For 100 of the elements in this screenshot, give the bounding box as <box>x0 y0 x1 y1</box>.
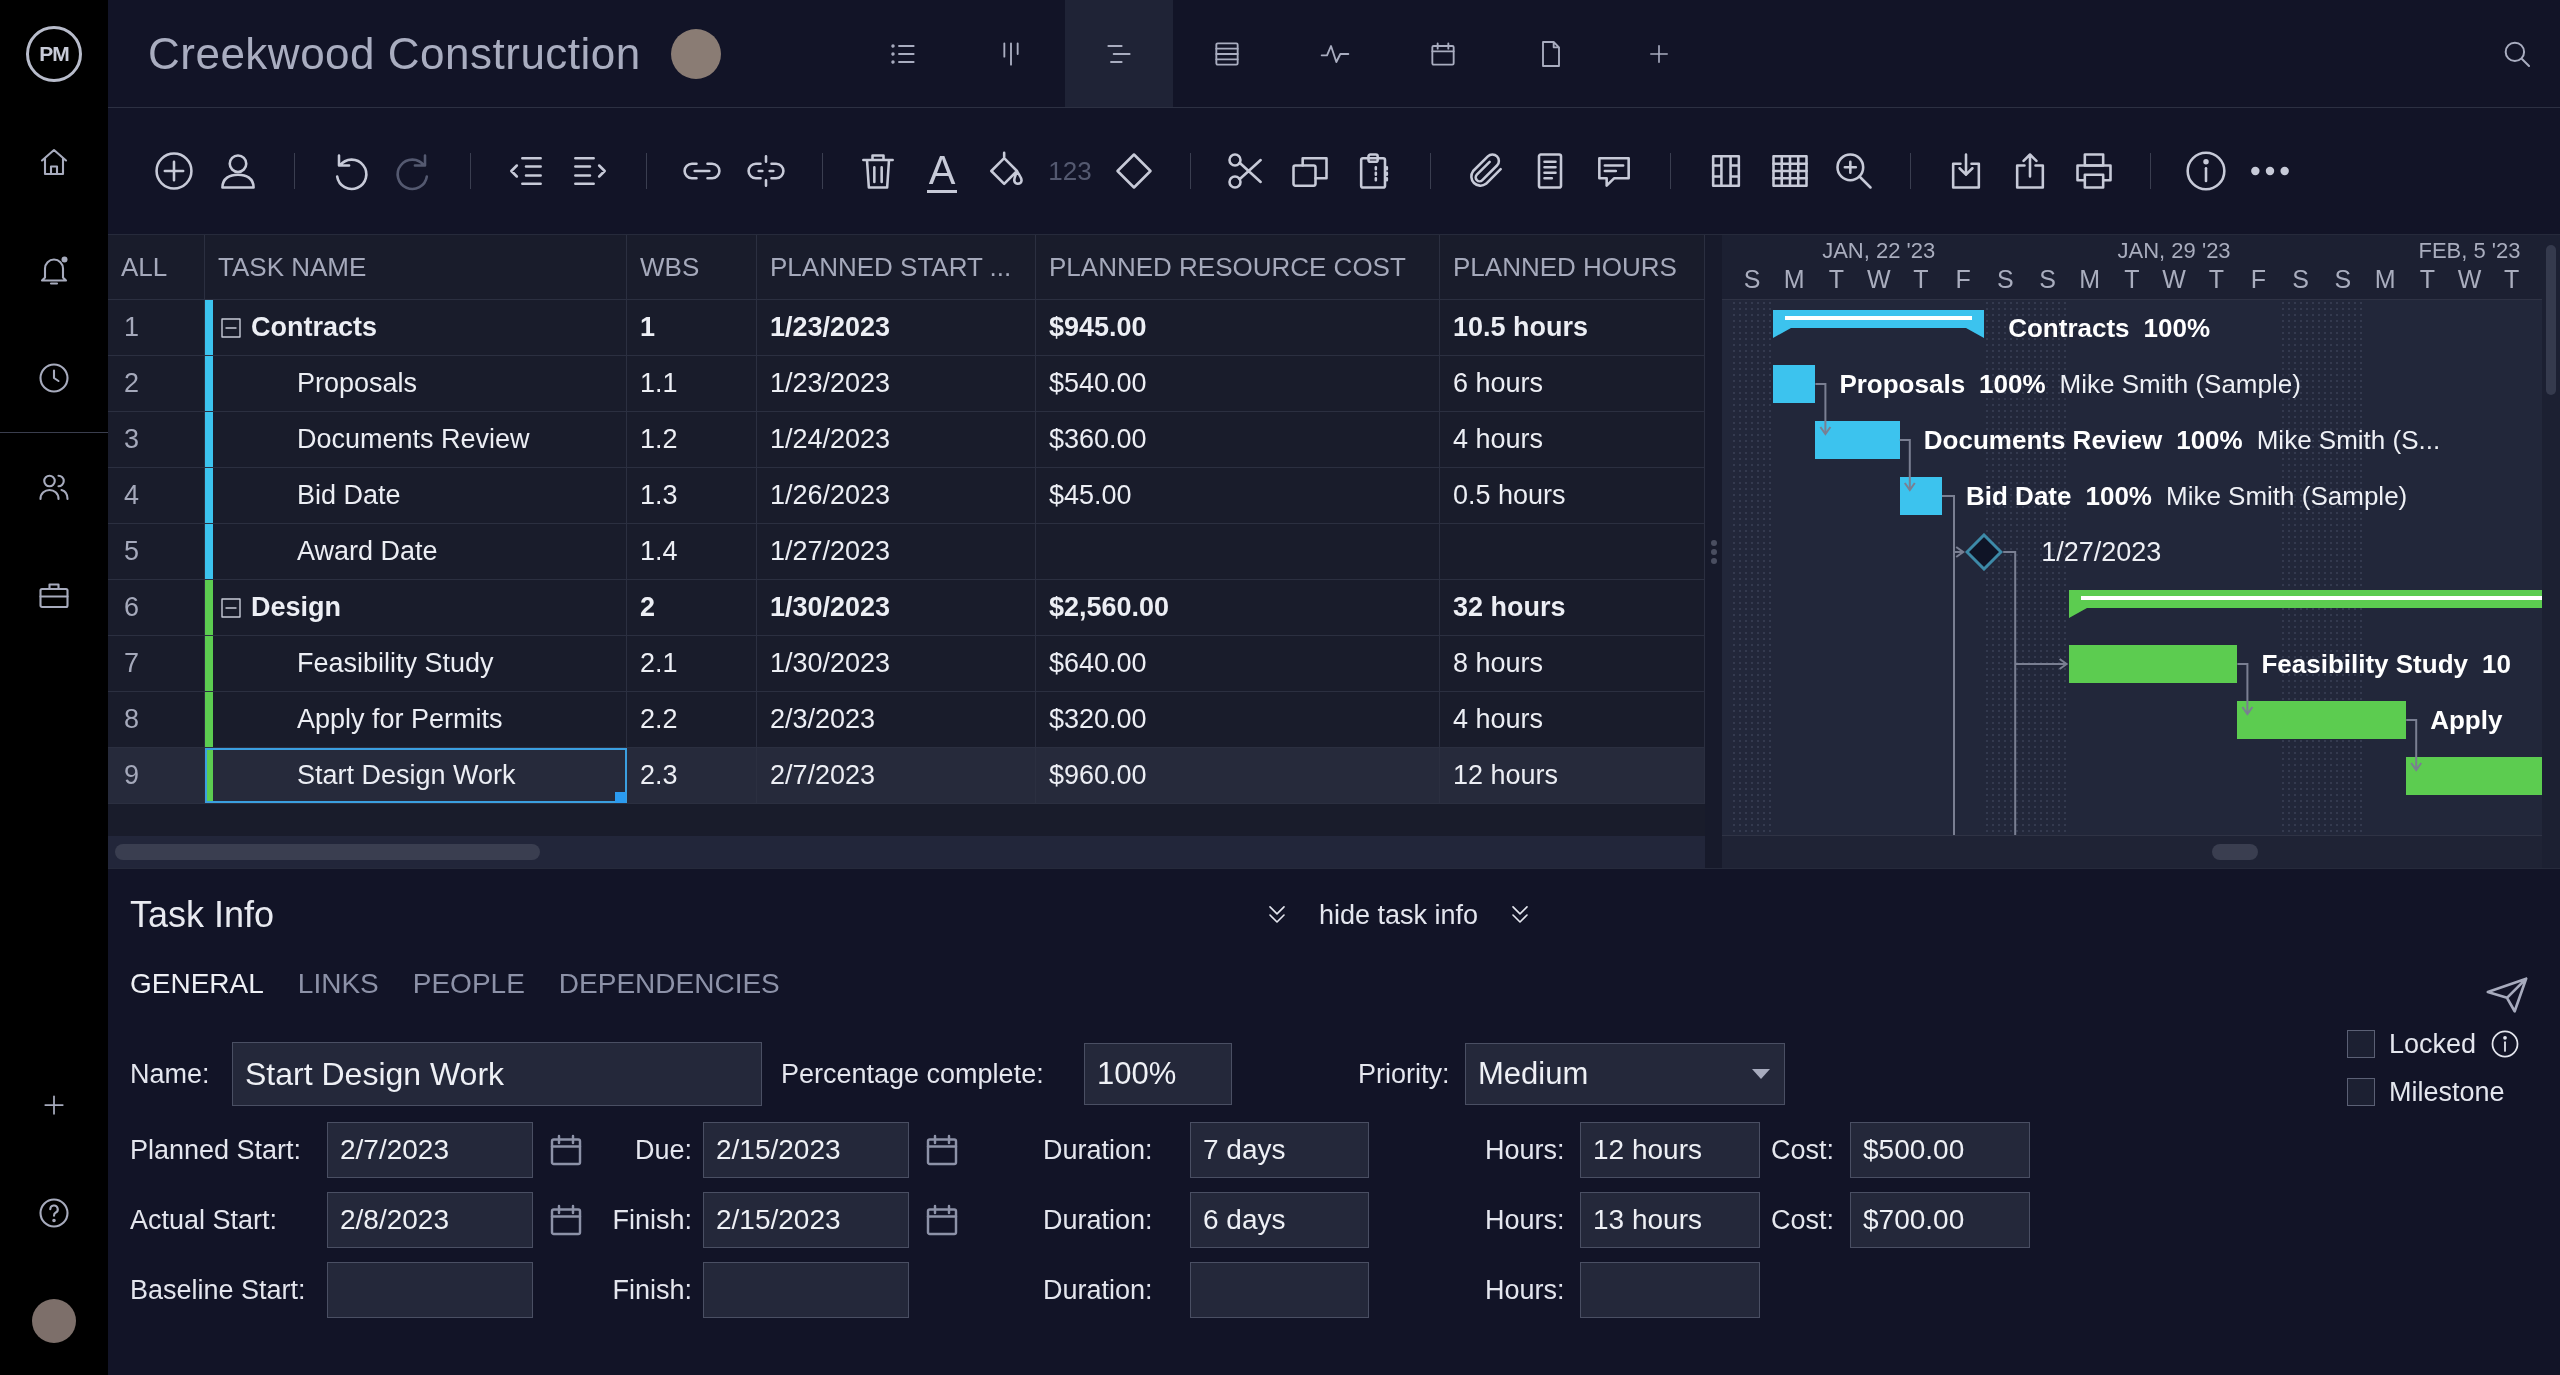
app-logo[interactable]: PM <box>26 26 82 82</box>
column-header[interactable]: WBS <box>640 251 700 283</box>
week-label: FEB, 5 '23 <box>2417 238 2522 264</box>
splitter-handle[interactable] <box>1705 235 1722 868</box>
row-number: 5 <box>124 536 140 567</box>
column-header[interactable]: PLANNED HOURS <box>1453 251 1677 283</box>
bar-task-name: Feasibility Study <box>2261 648 2468 680</box>
row-number: 4 <box>124 480 140 511</box>
table-cell: 1 <box>640 312 656 343</box>
table-cell: 1/24/2023 <box>770 424 891 455</box>
input-field[interactable] <box>327 1262 533 1318</box>
field-label: Priority: <box>1358 1058 1451 1090</box>
bar-task-name: Proposals <box>1839 368 1966 400</box>
day-label: S <box>2291 265 2311 294</box>
collapse-icon[interactable] <box>219 315 243 340</box>
horizontal-scrollbar[interactable] <box>1722 835 2542 868</box>
table-cell: 1/23/2023 <box>770 368 891 399</box>
date-field[interactable]: 2/8/2023 <box>327 1192 533 1248</box>
table-cell: 2/7/2023 <box>770 760 876 791</box>
table-cell: 1/27/2023 <box>770 536 891 567</box>
panel-tab[interactable]: LINKS <box>297 968 379 1000</box>
task-bar[interactable] <box>1773 365 1816 403</box>
collapse-icon[interactable] <box>219 595 243 620</box>
table-cell: $945.00 <box>1049 312 1147 343</box>
column-header[interactable]: PLANNED START ... <box>770 251 1012 283</box>
row-number: 2 <box>124 368 140 399</box>
checkbox[interactable] <box>2347 1078 2375 1106</box>
milestone-diamond[interactable] <box>1965 533 2004 571</box>
task-name-cell[interactable]: Apply for Permits <box>205 692 627 747</box>
task-name-cell[interactable]: Contracts <box>205 300 627 355</box>
input-field[interactable]: 6 days <box>1190 1192 1369 1248</box>
input-field[interactable] <box>1580 1262 1760 1318</box>
row-number: 9 <box>124 760 140 791</box>
field-label: Name: <box>130 1058 211 1090</box>
bar-percent: 100% <box>2085 480 2152 512</box>
table-cell: 32 hours <box>1453 592 1566 623</box>
task-name-cell[interactable]: Design <box>205 580 627 635</box>
task-name-cell[interactable]: Award Date <box>205 524 627 579</box>
user-avatar[interactable] <box>32 1299 76 1343</box>
row-number: 1 <box>124 312 140 343</box>
input-field[interactable]: 12 hours <box>1580 1122 1760 1178</box>
panel-tab[interactable]: DEPENDENCIES <box>558 968 780 1000</box>
column-header[interactable]: ALL <box>121 251 168 283</box>
input-field[interactable]: 13 hours <box>1580 1192 1760 1248</box>
date-field[interactable]: 2/7/2023 <box>327 1122 533 1178</box>
task-name: Proposals <box>297 368 418 399</box>
day-label: M <box>2373 265 2397 294</box>
table-cell: 2 <box>640 592 656 623</box>
field-label: Cost: <box>1771 1134 1836 1166</box>
scrollbar-thumb[interactable] <box>2546 245 2556 395</box>
panel-tab[interactable]: GENERAL <box>130 968 264 1000</box>
task-name-cell[interactable]: Documents Review <box>205 412 627 467</box>
vertical-scrollbar[interactable] <box>2542 235 2560 868</box>
field-label: Baseline Start: <box>130 1274 307 1306</box>
column-header[interactable]: PLANNED RESOURCE COST <box>1049 251 1406 283</box>
info-icon[interactable] <box>2184 149 2228 193</box>
task-bar[interactable] <box>1899 477 1942 515</box>
row-number: 7 <box>124 648 140 679</box>
fill-handle[interactable] <box>615 792 626 803</box>
summary-bar[interactable] <box>2068 590 2542 620</box>
panel-tab[interactable]: PEOPLE <box>412 968 525 1000</box>
day-label: S <box>2333 265 2353 294</box>
day-label: W <box>2161 265 2187 294</box>
input-field[interactable]: $500.00 <box>1850 1122 2030 1178</box>
name-field[interactable]: Start Design Work <box>232 1042 762 1106</box>
bar-percent: 100% <box>2176 424 2243 456</box>
task-name-cell[interactable]: Feasibility Study <box>205 636 627 691</box>
hide-task-info-button[interactable]: hide task info <box>1263 899 1535 931</box>
percentage-field[interactable]: 100% <box>1084 1043 1232 1105</box>
table-cell: 4 hours <box>1453 704 1544 735</box>
table-cell: 2.1 <box>640 648 678 679</box>
row-number: 8 <box>124 704 140 735</box>
date-field[interactable]: 2/15/2023 <box>703 1122 909 1178</box>
column-header[interactable]: TASK NAME <box>218 251 367 283</box>
add-task-icon[interactable] <box>152 149 196 193</box>
field-label: Duration: <box>1043 1204 1154 1236</box>
bar-assignee: Mike Smith (S... <box>2256 424 2441 456</box>
input-field[interactable]: 7 days <box>1190 1122 1369 1178</box>
date-field[interactable]: 2/15/2023 <box>703 1192 909 1248</box>
info-icon[interactable] <box>2490 1029 2521 1059</box>
task-name: Start Design Work <box>297 760 516 791</box>
day-label: F <box>1954 265 1972 294</box>
task-name-cell[interactable]: Start Design Work <box>205 748 627 803</box>
input-field[interactable] <box>703 1262 909 1318</box>
horizontal-scrollbar[interactable] <box>108 836 1705 868</box>
scrollbar-thumb[interactable] <box>2212 844 2258 860</box>
row-number: 3 <box>124 424 140 455</box>
day-label: T <box>2123 265 2141 294</box>
summary-bar[interactable] <box>1773 310 1985 340</box>
priority-dropdown[interactable]: Medium <box>1465 1043 1785 1105</box>
panel-title: Task Info <box>130 894 276 936</box>
field-label: Hours: <box>1485 1204 1566 1236</box>
task-name-cell[interactable]: Proposals <box>205 356 627 411</box>
text-color-glyph[interactable]: A <box>926 149 958 193</box>
scrollbar-thumb[interactable] <box>115 844 540 860</box>
task-name: Apply for Permits <box>297 704 503 735</box>
checkbox[interactable] <box>2347 1030 2375 1058</box>
input-field[interactable] <box>1190 1262 1369 1318</box>
task-name-cell[interactable]: Bid Date <box>205 468 627 523</box>
input-field[interactable]: $700.00 <box>1850 1192 2030 1248</box>
